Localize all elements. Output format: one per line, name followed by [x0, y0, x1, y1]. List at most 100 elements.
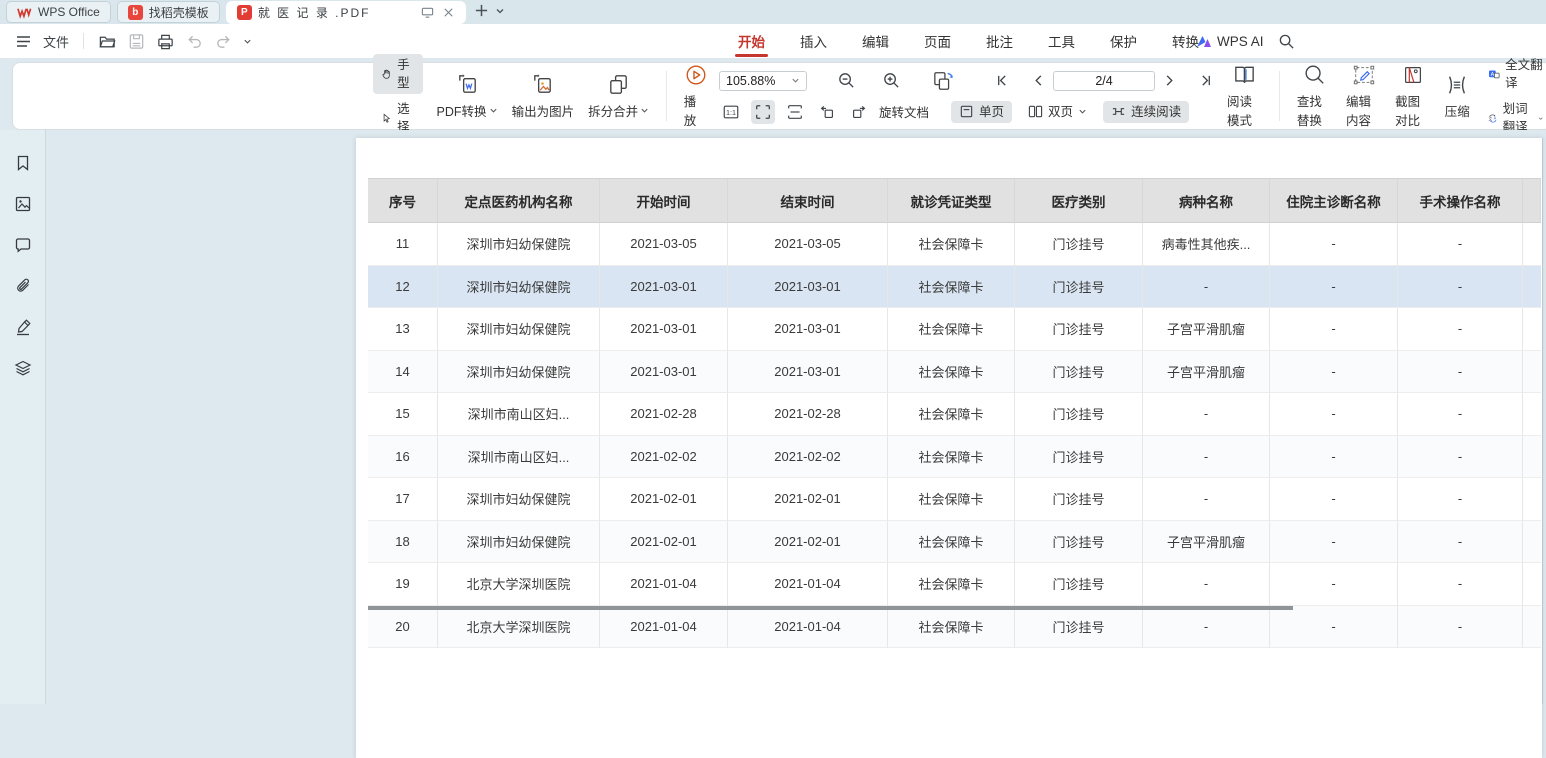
- next-page-icon[interactable]: [1163, 74, 1176, 87]
- table-cell: 社会保障卡: [888, 351, 1015, 394]
- tab-list-chevron-icon[interactable]: [495, 6, 505, 16]
- column-header: 医疗类别: [1015, 179, 1143, 223]
- table-cell: 北京大学深圳医院: [438, 563, 600, 606]
- fit-width-button[interactable]: [783, 100, 807, 124]
- table-row[interactable]: 14深圳市妇幼保健院2021-03-012021-03-01社会保障卡门诊挂号子…: [368, 351, 1541, 394]
- print-icon[interactable]: [156, 32, 175, 51]
- save-icon[interactable]: [127, 32, 146, 51]
- play-icon: [684, 63, 708, 87]
- close-icon[interactable]: [442, 6, 455, 19]
- signature-icon[interactable]: [14, 318, 32, 336]
- table-cell: -: [1270, 521, 1398, 564]
- new-tab-icon[interactable]: [474, 3, 489, 18]
- table-row[interactable]: 18深圳市妇幼保健院2021-02-012021-02-01社会保障卡门诊挂号子…: [368, 521, 1541, 564]
- layers-icon[interactable]: [14, 359, 32, 377]
- file-menu[interactable]: 文件: [43, 32, 69, 51]
- full-translate-button[interactable]: A 全文翻译: [1480, 54, 1546, 94]
- pdf-convert-button[interactable]: PDF转换: [430, 71, 505, 121]
- ribbon-tab[interactable]: 保护: [1107, 24, 1140, 58]
- app-tab-docer[interactable]: b 找稻壳模板: [117, 1, 220, 23]
- zoom-in-icon[interactable]: [882, 71, 901, 90]
- tab-label: 就 医 记 录 .PDF: [258, 4, 407, 21]
- table-cell: 社会保障卡: [888, 308, 1015, 351]
- zoom-level-select[interactable]: 105.88%: [719, 71, 807, 91]
- table-cell: 15: [368, 393, 438, 436]
- document-canvas[interactable]: 序号定点医药机构名称开始时间结束时间就诊凭证类型医疗类别病种名称住院主诊断名称手…: [46, 130, 1546, 704]
- page-indicator-value: 2/4: [1095, 74, 1112, 88]
- rotate-doc-icon[interactable]: [931, 70, 957, 92]
- export-image-button[interactable]: 输出为图片: [505, 71, 582, 121]
- play-button[interactable]: 播放: [677, 62, 715, 130]
- table-row[interactable]: 16深圳市南山区妇...2021-02-022021-02-02社会保障卡门诊挂…: [368, 436, 1541, 479]
- document-tab-pdf[interactable]: P 就 医 记 录 .PDF: [226, 1, 466, 24]
- ribbon-tab[interactable]: 编辑: [859, 24, 892, 58]
- read-mode-button[interactable]: 阅读模式: [1220, 62, 1269, 130]
- table-row[interactable]: 11深圳市妇幼保健院2021-03-052021-03-05社会保障卡门诊挂号病…: [368, 223, 1541, 266]
- thumbnail-icon[interactable]: [14, 195, 32, 213]
- find-replace-label: 查找替换: [1297, 91, 1332, 129]
- continuous-read-button[interactable]: 连续阅读: [1103, 101, 1189, 123]
- table-cell: 2021-03-01: [600, 351, 728, 394]
- prev-page-icon[interactable]: [1032, 74, 1045, 87]
- table-cell: 20: [368, 606, 438, 649]
- table-row[interactable]: 12深圳市妇幼保健院2021-03-012021-03-01社会保障卡门诊挂号-…: [368, 266, 1541, 309]
- table-row[interactable]: 15深圳市南山区妇...2021-02-282021-02-28社会保障卡门诊挂…: [368, 393, 1541, 436]
- table-cell: -: [1270, 266, 1398, 309]
- last-page-icon[interactable]: [1200, 74, 1213, 87]
- play-label: 播放: [684, 91, 708, 129]
- table-cell: -: [1143, 563, 1270, 606]
- fit-page-button[interactable]: [751, 100, 775, 124]
- search-icon[interactable]: [1278, 33, 1295, 50]
- rotate-left-button[interactable]: [815, 100, 839, 124]
- table-cell: 2021-03-05: [728, 223, 888, 266]
- first-page-icon[interactable]: [995, 74, 1008, 87]
- table-cell: -: [1270, 606, 1398, 649]
- ribbon-tab[interactable]: 批注: [983, 24, 1016, 58]
- table-cell: -: [1398, 606, 1523, 649]
- actual-size-button[interactable]: 1:1: [719, 100, 743, 124]
- wps-ai-label: WPS AI: [1217, 34, 1264, 49]
- table-cell: 社会保障卡: [888, 478, 1015, 521]
- open-folder-icon[interactable]: [98, 32, 117, 51]
- table-row[interactable]: 13深圳市妇幼保健院2021-03-012021-03-01社会保障卡门诊挂号子…: [368, 308, 1541, 351]
- redo-icon[interactable]: [214, 32, 233, 51]
- double-page-button[interactable]: 双页: [1020, 101, 1095, 123]
- hamburger-icon[interactable]: [14, 32, 33, 51]
- page-indicator-input[interactable]: 2/4: [1053, 71, 1155, 91]
- table-row[interactable]: 19北京大学深圳医院2021-01-042021-01-04社会保障卡门诊挂号-…: [368, 563, 1541, 606]
- comment-icon[interactable]: [14, 236, 32, 254]
- split-merge-button[interactable]: 拆分合并: [581, 71, 656, 121]
- split-merge-label: 拆分合并: [588, 101, 638, 120]
- compress-button[interactable]: 压缩: [1437, 72, 1477, 121]
- table-cell: [1523, 393, 1541, 436]
- ribbon-tab[interactable]: 插入: [797, 24, 830, 58]
- screenshot-compare-button[interactable]: 截图对比: [1388, 62, 1437, 130]
- table-cell: 2021-01-04: [600, 606, 728, 649]
- table-cell: 子宫平滑肌瘤: [1143, 308, 1270, 351]
- table-row[interactable]: 20北京大学深圳医院2021-01-042021-01-04社会保障卡门诊挂号-…: [368, 606, 1541, 649]
- zoom-out-icon[interactable]: [837, 71, 856, 90]
- translate-group: A 全文翻译 文 A 划词翻译: [1480, 54, 1546, 138]
- rotate-doc-label[interactable]: 旋转文档: [879, 102, 929, 121]
- table-row[interactable]: 17深圳市妇幼保健院2021-02-012021-02-01社会保障卡门诊挂号-…: [368, 478, 1541, 521]
- attachment-icon[interactable]: [14, 277, 32, 295]
- column-header: 就诊凭证类型: [888, 179, 1015, 223]
- pdf-page: 序号定点医药机构名称开始时间结束时间就诊凭证类型医疗类别病种名称住院主诊断名称手…: [356, 138, 1542, 758]
- edit-content-button[interactable]: 编辑内容: [1339, 62, 1388, 130]
- ribbon-tab[interactable]: 开始: [735, 24, 768, 58]
- find-replace-button[interactable]: 查找替换: [1290, 62, 1339, 130]
- undo-icon[interactable]: [185, 32, 204, 51]
- monitor-icon[interactable]: [421, 6, 434, 19]
- table-bottom-border: [368, 606, 1293, 610]
- table-cell: -: [1143, 606, 1270, 649]
- wps-ai-button[interactable]: WPS AI: [1196, 34, 1264, 49]
- ribbon-tab[interactable]: 工具: [1045, 24, 1078, 58]
- chevron-down-icon[interactable]: [243, 37, 252, 46]
- hand-tool-button[interactable]: 手型: [373, 54, 423, 94]
- single-page-button[interactable]: 单页: [951, 101, 1012, 123]
- table-cell: 门诊挂号: [1015, 563, 1143, 606]
- app-tab-wps-office[interactable]: WPS Office: [6, 1, 111, 23]
- bookmark-icon[interactable]: [14, 154, 32, 172]
- rotate-right-button[interactable]: [847, 100, 871, 124]
- ribbon-tab[interactable]: 页面: [921, 24, 954, 58]
